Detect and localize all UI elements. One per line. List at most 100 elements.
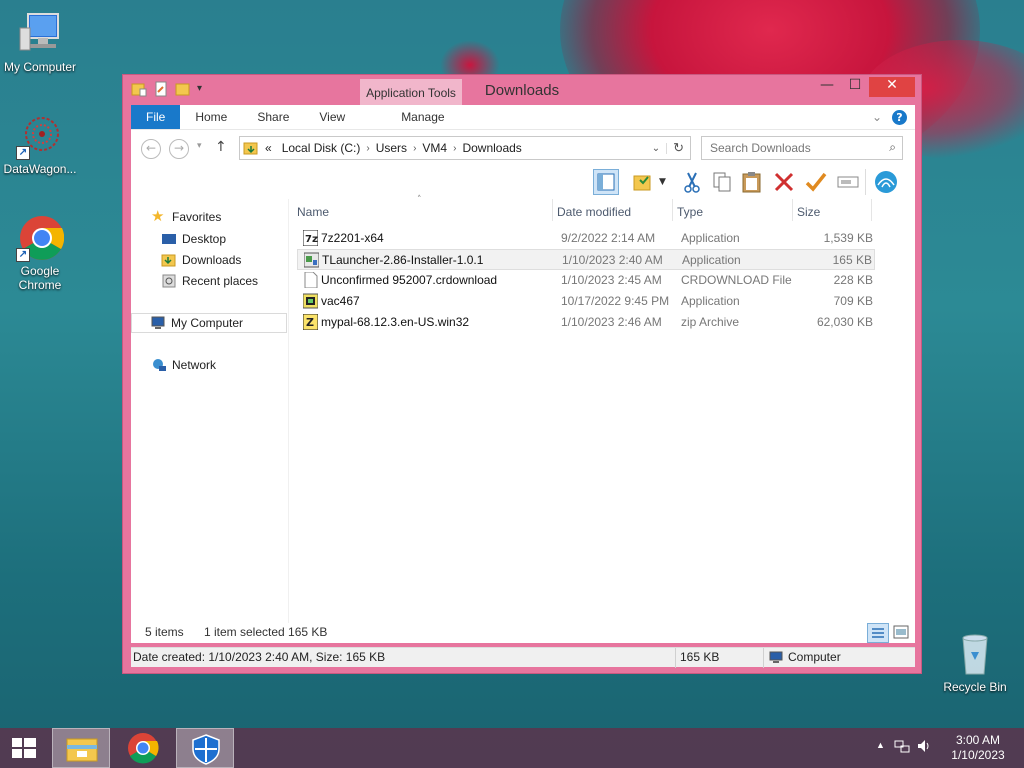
details-bar: Date created: 1/10/2023 2:40 AM, Size: 1…: [131, 647, 915, 668]
desktop-icon-label: Recycle Bin: [943, 680, 1007, 694]
taskbar-chrome[interactable]: [114, 728, 172, 768]
copy-icon[interactable]: [709, 169, 735, 195]
title-bar[interactable]: ▾ Application Tools Downloads — ☐ ✕: [123, 75, 921, 105]
installer-icon: [303, 252, 320, 268]
desktop-icon-datawagon[interactable]: ↗ DataWagon...: [0, 112, 80, 176]
file-size: 709 KB: [833, 294, 873, 308]
nav-downloads[interactable]: Downloads: [161, 252, 241, 268]
refresh-icon[interactable]: ↻: [667, 140, 690, 156]
cut-icon[interactable]: [679, 169, 705, 195]
desktop-icon-recycle-bin[interactable]: Recycle Bin: [935, 630, 1015, 694]
breadcrumb-users[interactable]: Users: [370, 141, 413, 155]
file-date: 1/10/2023 2:45 AM: [561, 273, 662, 287]
items-count: 5 items: [145, 625, 184, 639]
chrome-icon: [128, 733, 159, 764]
file-date: 1/10/2023 2:46 AM: [561, 315, 662, 329]
tab-home[interactable]: Home: [180, 105, 242, 129]
file-row[interactable]: Z mypal-68.12.3.en-US.win32 1/10/2023 2:…: [297, 312, 875, 333]
file-row[interactable]: vac467 10/17/2022 9:45 PM Application 70…: [297, 291, 875, 312]
volume-icon[interactable]: [916, 738, 932, 757]
tab-share[interactable]: Share: [242, 105, 304, 129]
up-arrow-icon[interactable]: ↑: [215, 139, 227, 155]
close-button[interactable]: ✕: [869, 77, 915, 97]
column-header-name[interactable]: Name: [297, 205, 329, 219]
desktop-icon-label: DataWagon...: [3, 162, 77, 176]
file-size: 228 KB: [833, 273, 873, 287]
address-dropdown-chevron-icon[interactable]: ⌄: [646, 142, 668, 154]
nav-favorites-label: Favorites: [172, 210, 222, 224]
svg-text:7z: 7z: [305, 234, 318, 245]
nav-my-computer[interactable]: My Computer: [131, 313, 287, 333]
breadcrumb-local-disk[interactable]: Local Disk (C:): [276, 141, 367, 155]
tab-manage[interactable]: Manage: [386, 105, 459, 129]
column-divider[interactable]: [871, 199, 872, 221]
computer-icon: [769, 651, 785, 668]
search-icon[interactable]: ⌕: [889, 140, 896, 155]
start-button[interactable]: [0, 728, 48, 768]
search-input[interactable]: Search Downloads ⌕: [701, 136, 903, 160]
preview-pane-icon[interactable]: [593, 169, 619, 195]
column-divider[interactable]: [552, 199, 553, 221]
taskbar-file-explorer[interactable]: [52, 728, 110, 768]
star-icon: ★: [151, 208, 165, 225]
recent-locations-chevron-icon[interactable]: ▾: [197, 141, 202, 151]
file-type: Application: [681, 231, 740, 245]
column-divider[interactable]: [792, 199, 793, 221]
app-icon: [302, 293, 319, 309]
rename-icon[interactable]: [835, 169, 861, 195]
breadcrumb-vm4[interactable]: VM4: [416, 141, 453, 155]
address-bar[interactable]: « Local Disk (C:) › Users › VM4 › Downlo…: [239, 136, 691, 160]
chrome-icon: ↗: [16, 214, 65, 262]
column-header-type[interactable]: Type: [677, 205, 703, 219]
file-type: zip Archive: [681, 315, 740, 329]
search-placeholder: Search Downloads: [710, 141, 811, 155]
windows-logo-icon: [12, 738, 36, 758]
file-row[interactable]: 7z 7z2201-x64 9/2/2022 2:14 AM Applicati…: [297, 228, 875, 249]
paste-icon[interactable]: [739, 169, 765, 195]
details-view-icon[interactable]: [867, 623, 889, 643]
forward-button[interactable]: →: [169, 139, 189, 159]
desktop-icon-my-computer[interactable]: My Computer: [0, 10, 80, 74]
column-header-size[interactable]: Size: [797, 205, 820, 219]
clock[interactable]: 3:00 AM 1/10/2023: [948, 733, 1008, 763]
breadcrumb-downloads[interactable]: Downloads: [456, 141, 527, 155]
clock-date: 1/10/2023: [951, 748, 1005, 762]
navigation-pane: ★ Favorites Desktop Downloads Recent pla…: [131, 199, 289, 643]
column-header-date[interactable]: Date modified: [557, 205, 631, 219]
breadcrumb-overflow[interactable]: «: [259, 141, 276, 155]
help-icon[interactable]: ?: [892, 109, 907, 125]
nav-network[interactable]: Network: [151, 357, 216, 373]
shell-icon[interactable]: [873, 169, 899, 195]
toolbar-divider: [865, 169, 866, 195]
recycle-bin-icon: [951, 630, 999, 678]
taskbar: ▲ 3:00 AM 1/10/2023: [0, 728, 1024, 768]
back-button[interactable]: ←: [141, 139, 161, 159]
select-checkmark-icon[interactable]: [803, 169, 829, 195]
file-list: ˄ Name Date modified Type Size 7z 7z2201…: [297, 195, 907, 643]
taskbar-security[interactable]: [176, 728, 234, 768]
computer-icon: [16, 10, 64, 58]
minimize-button[interactable]: —: [813, 77, 841, 97]
shield-icon: [192, 734, 220, 765]
7zip-icon: 7z: [302, 229, 319, 247]
file-type: CRDOWNLOAD File: [681, 273, 792, 287]
maximize-button[interactable]: ☐: [841, 77, 869, 97]
network-tray-icon[interactable]: [894, 738, 910, 757]
large-icons-view-icon[interactable]: [893, 625, 909, 642]
nav-desktop[interactable]: Desktop: [161, 231, 226, 247]
show-hidden-icons-chevron-icon[interactable]: ▲: [876, 740, 885, 750]
shortcut-arrow-icon: ↗: [16, 248, 30, 262]
system-tray: ▲ 3:00 AM 1/10/2023: [864, 728, 1024, 768]
file-row-selected[interactable]: TLauncher-2.86-Installer-1.0.1 1/10/2023…: [297, 249, 875, 270]
column-divider[interactable]: [672, 199, 673, 221]
file-row[interactable]: Unconfirmed 952007.crdownload 1/10/2023 …: [297, 270, 875, 291]
expand-ribbon-chevron-icon[interactable]: ⌄: [872, 110, 882, 124]
folder-options-icon[interactable]: [631, 169, 657, 195]
nav-favorites[interactable]: ★ Favorites: [151, 209, 221, 225]
desktop-icon-google-chrome[interactable]: ↗ Google Chrome: [0, 214, 80, 292]
nav-recent-places[interactable]: Recent places: [161, 273, 258, 289]
tab-file[interactable]: File: [131, 105, 181, 129]
delete-icon[interactable]: [771, 169, 797, 195]
desktop-icon-label: My Computer: [3, 60, 77, 74]
tab-view[interactable]: View: [304, 105, 360, 129]
